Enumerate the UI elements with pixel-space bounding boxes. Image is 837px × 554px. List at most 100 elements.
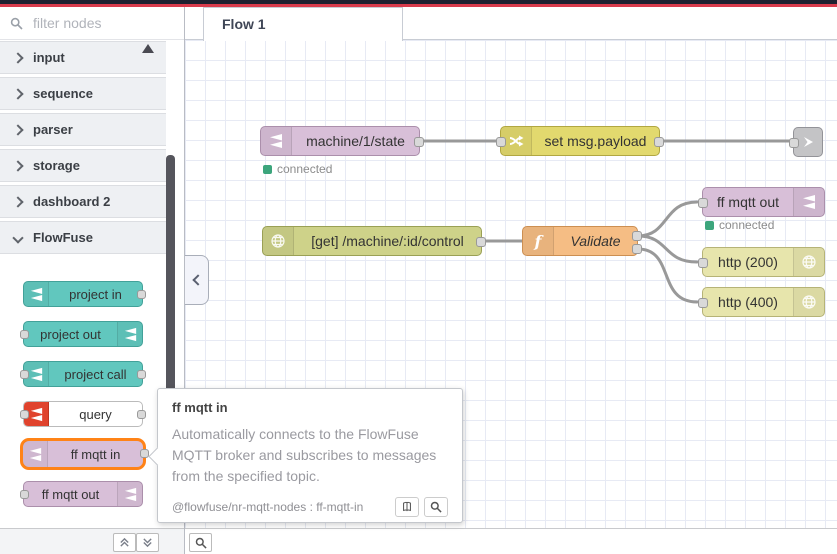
search-node-button[interactable]	[424, 497, 448, 517]
search-input[interactable]	[31, 14, 165, 32]
palette-node-label: query	[79, 406, 112, 422]
status-dot-icon	[705, 220, 714, 230]
input-port[interactable]	[789, 138, 799, 148]
category-label: storage	[33, 158, 80, 173]
tooltip-description: Automatically connects to the FlowFuse M…	[172, 426, 437, 484]
node-status: connected	[705, 218, 774, 232]
magnifier-icon	[195, 537, 207, 549]
palette-scroll-up-arrow[interactable]	[142, 44, 154, 53]
palette-node-label: ff mqtt in	[70, 446, 121, 462]
chevron-right-icon	[12, 195, 24, 208]
globe-icon	[793, 248, 824, 276]
node-change[interactable]: set msg.payload	[496, 126, 664, 156]
palette-node-label: ff mqtt out	[41, 486, 100, 502]
node-label: machine/1/state	[306, 133, 405, 149]
palette-node-project-out[interactable]: project out	[20, 321, 143, 347]
book-icon	[403, 501, 411, 512]
node-function-validate[interactable]: f Validate	[522, 226, 642, 256]
output-port[interactable]	[654, 137, 664, 147]
palette-collapse-handle[interactable]	[185, 255, 209, 305]
palette-node-label: project out	[40, 326, 101, 342]
chevron-right-icon	[12, 87, 24, 100]
output-port[interactable]	[476, 237, 486, 247]
input-port[interactable]	[698, 198, 708, 208]
node-http-response-200[interactable]: http (200)	[698, 247, 825, 277]
search-icon	[10, 17, 23, 30]
category-label: sequence	[33, 86, 93, 101]
palette-footer	[0, 528, 184, 554]
palette-node-project-call[interactable]: project call	[20, 361, 146, 387]
chevron-right-icon	[12, 159, 24, 172]
chevron-right-icon	[12, 123, 24, 136]
palette-node-ff-mqtt-out[interactable]: ff mqtt out	[20, 481, 143, 507]
palette-category-storage[interactable]: storage	[0, 149, 166, 182]
node-status: connected	[263, 162, 332, 176]
node-http-in[interactable]: [get] /machine/:id/control	[262, 226, 486, 256]
palette-category-sequence[interactable]: sequence	[0, 77, 166, 110]
category-label: dashboard 2	[33, 194, 111, 209]
output-port	[137, 410, 146, 419]
expand-all-button[interactable]	[136, 533, 159, 552]
globe-icon	[263, 227, 294, 255]
node-label: http (400)	[718, 294, 778, 310]
node-label: set msg.payload	[544, 133, 647, 149]
flowfuse-icon	[793, 188, 824, 216]
double-chevron-down-icon	[143, 538, 152, 548]
palette-search	[0, 7, 184, 40]
chevron-down-icon	[12, 231, 24, 244]
node-label: [get] /machine/:id/control	[311, 233, 464, 249]
node-tooltip: ff mqtt in Automatically connects to the…	[148, 388, 463, 523]
palette-node-query[interactable]: query	[20, 401, 146, 427]
status-text: connected	[277, 162, 333, 176]
output-port	[137, 370, 146, 379]
category-label: FlowFuse	[33, 230, 93, 245]
node-ff-mqtt-out[interactable]: ff mqtt out	[698, 187, 825, 217]
node-http-response-400[interactable]: http (400)	[698, 287, 825, 317]
palette-node-label: project call	[64, 366, 127, 382]
tab-flow-1[interactable]: Flow 1	[203, 7, 403, 41]
node-label: ff mqtt out	[717, 194, 779, 210]
open-docs-button[interactable]	[395, 497, 419, 517]
palette-node-label: project in	[69, 286, 122, 302]
flowfuse-icon	[23, 441, 48, 467]
double-chevron-up-icon	[120, 537, 129, 547]
output-port[interactable]	[414, 137, 424, 147]
category-label: parser	[33, 122, 73, 137]
input-port	[20, 370, 29, 379]
status-dot-icon	[263, 164, 272, 174]
input-port	[20, 330, 29, 339]
tooltip-title: ff mqtt in	[172, 400, 228, 415]
output-port-2[interactable]	[632, 244, 642, 254]
node-label: http (200)	[718, 254, 778, 270]
output-port-1[interactable]	[632, 231, 642, 241]
chevron-right-icon	[12, 51, 24, 64]
input-port	[20, 410, 29, 419]
status-text: connected	[719, 218, 775, 232]
canvas-footer	[185, 528, 837, 554]
input-port[interactable]	[698, 298, 708, 308]
node-link-out[interactable]	[789, 127, 823, 157]
function-icon: f	[523, 227, 554, 255]
palette-category-parser[interactable]: parser	[0, 113, 166, 146]
magnifier-icon	[430, 501, 442, 513]
input-port[interactable]	[496, 137, 506, 147]
palette-category-flowfuse[interactable]: FlowFuse	[0, 221, 166, 254]
tooltip-module-name: @flowfuse/nr-mqtt-nodes : ff-mqtt-in	[172, 500, 364, 514]
flowfuse-icon	[24, 282, 49, 306]
collapse-all-button[interactable]	[113, 533, 136, 552]
category-label: input	[33, 50, 65, 65]
palette-category-dashboard-2[interactable]: dashboard 2	[0, 185, 166, 218]
chevron-left-icon	[192, 274, 204, 286]
zoom-search-button[interactable]	[189, 533, 212, 552]
palette-node-ff-mqtt-in[interactable]: ff mqtt in	[20, 438, 149, 470]
flowfuse-icon	[117, 322, 142, 346]
flowfuse-icon	[261, 127, 292, 155]
input-port	[20, 490, 29, 499]
globe-icon	[793, 288, 824, 316]
output-port	[137, 290, 146, 299]
node-label: Validate	[570, 233, 621, 249]
input-port[interactable]	[698, 258, 708, 268]
palette-node-project-in[interactable]: project in	[23, 281, 146, 307]
node-red-editor: input sequence parser storage dashboard …	[0, 0, 837, 554]
node-ff-mqtt-in[interactable]: machine/1/state	[260, 126, 424, 156]
